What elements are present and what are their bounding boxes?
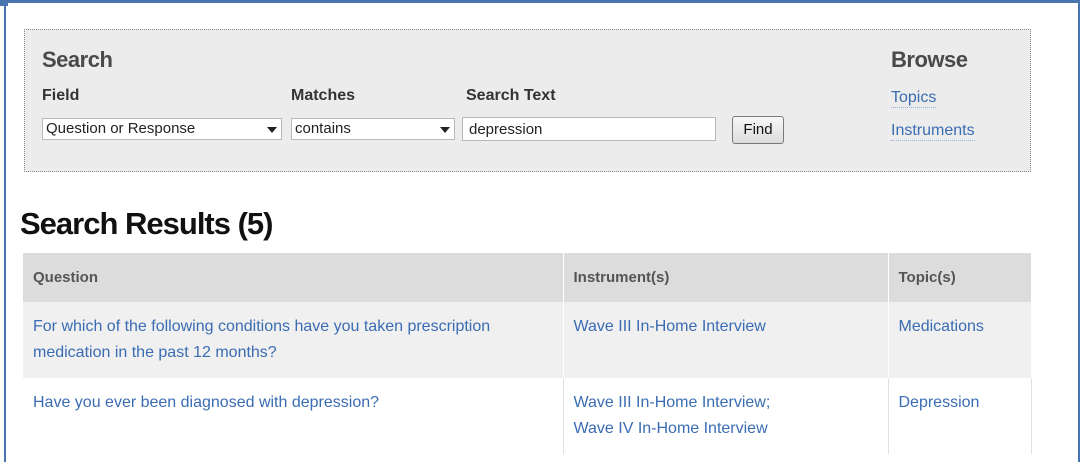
instrument-link[interactable]: Wave III In-Home Interview;: [574, 394, 771, 411]
column-header-question[interactable]: Question: [23, 253, 564, 302]
table-row: Have you ever been diagnosed with depres…: [23, 378, 1032, 454]
search-text-label: Search Text: [466, 87, 556, 104]
question-link[interactable]: For which of the following conditions ha…: [33, 318, 490, 361]
question-cell: Have you ever been diagnosed with depres…: [23, 378, 564, 454]
instrument-link[interactable]: Wave IV In-Home Interview: [574, 420, 768, 437]
browse-instruments-link[interactable]: Instruments: [891, 122, 975, 141]
field-label: Field: [42, 87, 80, 104]
matches-select-value: contains: [295, 120, 351, 137]
field-select-value: Question or Response: [46, 120, 196, 137]
chevron-down-icon: [267, 127, 277, 133]
topic-cell: Depression: [888, 378, 1032, 454]
chevron-down-icon: [440, 127, 450, 133]
find-button[interactable]: Find: [732, 116, 784, 144]
page-frame: Search Field Matches Search Text Questio…: [0, 0, 1088, 462]
frame-border-right: [1078, 0, 1080, 462]
matches-label: Matches: [291, 87, 356, 104]
browse-heading: Browse: [891, 47, 968, 72]
instrument-cell: Wave III In-Home Interview: [563, 302, 889, 378]
table-header-row: Question Instrument(s) Topic(s): [23, 253, 1032, 302]
browse-topics-link[interactable]: Topics: [891, 89, 937, 108]
column-header-instruments[interactable]: Instrument(s): [563, 253, 889, 302]
search-text-input[interactable]: [462, 117, 716, 141]
results-table: Question Instrument(s) Topic(s) For whic…: [23, 253, 1032, 454]
topic-link[interactable]: Depression: [899, 394, 980, 411]
instrument-link[interactable]: Wave III In-Home Interview: [574, 318, 766, 335]
topic-link[interactable]: Medications: [899, 318, 984, 335]
topic-cell: Medications: [888, 302, 1032, 378]
column-header-topics[interactable]: Topic(s): [888, 253, 1032, 302]
search-panel: Search Field Matches Search Text Questio…: [24, 29, 1031, 172]
instrument-cell: Wave III In-Home Interview; Wave IV In-H…: [563, 378, 889, 454]
field-select[interactable]: Question or Response: [42, 118, 282, 140]
frame-border-left: [4, 0, 6, 462]
search-heading: Search: [42, 47, 113, 72]
results-title: Search Results (5): [20, 206, 273, 241]
question-cell: For which of the following conditions ha…: [23, 302, 564, 378]
table-row: For which of the following conditions ha…: [23, 302, 1032, 378]
question-link[interactable]: Have you ever been diagnosed with depres…: [33, 394, 379, 411]
matches-select[interactable]: contains: [291, 118, 455, 140]
frame-border-top: [4, 0, 1080, 3]
